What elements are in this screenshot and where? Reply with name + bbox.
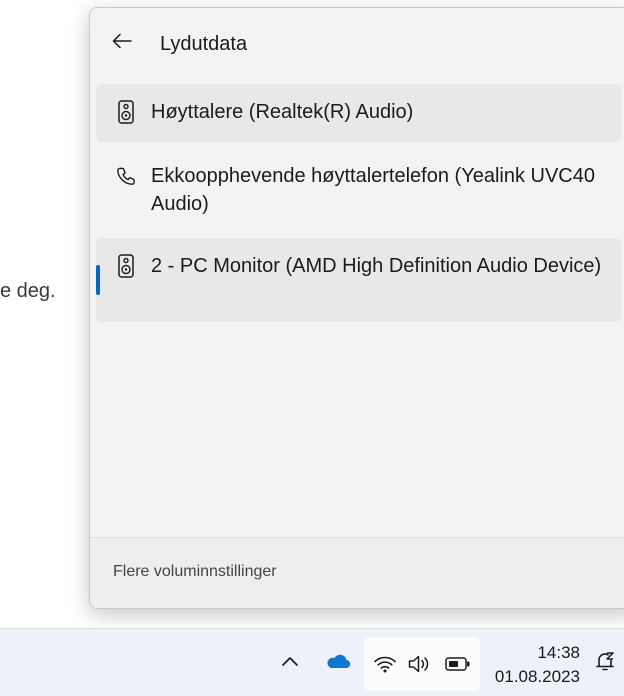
- system-tray-group[interactable]: [364, 637, 480, 691]
- audio-output-flyout: Lydutdata Høyttalere (Realtek(R) Audio) …: [89, 7, 624, 609]
- speaker-icon: [116, 254, 136, 278]
- onedrive-cloud-icon: [325, 652, 351, 675]
- phone-icon: [116, 164, 136, 188]
- clock-time: 14:38: [537, 643, 580, 662]
- battery-icon: [444, 652, 472, 676]
- wifi-icon: [372, 652, 398, 676]
- device-label: 2 - PC Monitor (AMD High Definition Audi…: [151, 255, 602, 277]
- device-item-pc-monitor[interactable]: 2 - PC Monitor (AMD High Definition Audi…: [96, 238, 621, 322]
- flyout-footer: Flere voluminnstillinger: [90, 537, 624, 608]
- device-label: Ekkoopphevende høyttalertelefon (Yealink…: [151, 165, 595, 215]
- more-volume-settings-link[interactable]: Flere voluminnstillinger: [113, 563, 277, 581]
- flyout-title: Lydutdata: [160, 33, 248, 55]
- back-button[interactable]: [104, 28, 140, 58]
- device-label: Høyttalere (Realtek(R) Audio): [151, 101, 414, 123]
- device-item-yealink-speakerphone[interactable]: Ekkoopphevende høyttalertelefon (Yealink…: [96, 148, 621, 232]
- volume-icon: [406, 652, 432, 676]
- notification-center-button[interactable]: [590, 647, 620, 679]
- chevron-up-icon: [281, 654, 299, 672]
- selected-indicator: [96, 265, 100, 295]
- show-hidden-icons-button[interactable]: [274, 647, 306, 679]
- onedrive-button[interactable]: [322, 647, 354, 679]
- speaker-icon: [116, 100, 136, 124]
- background-text: e deg.: [0, 280, 56, 302]
- flyout-header: Lydutdata: [90, 8, 624, 80]
- arrow-left-icon: [112, 33, 132, 54]
- clock-date: 01.08.2023: [494, 667, 580, 686]
- device-item-realtek-speakers[interactable]: Høyttalere (Realtek(R) Audio): [96, 84, 621, 142]
- notification-bell-icon: [593, 649, 617, 678]
- device-list: Høyttalere (Realtek(R) Audio) Ekkoopphev…: [96, 84, 621, 328]
- taskbar: 14:38 01.08.2023: [0, 628, 624, 696]
- clock[interactable]: 14:38 01.08.2023: [495, 641, 580, 689]
